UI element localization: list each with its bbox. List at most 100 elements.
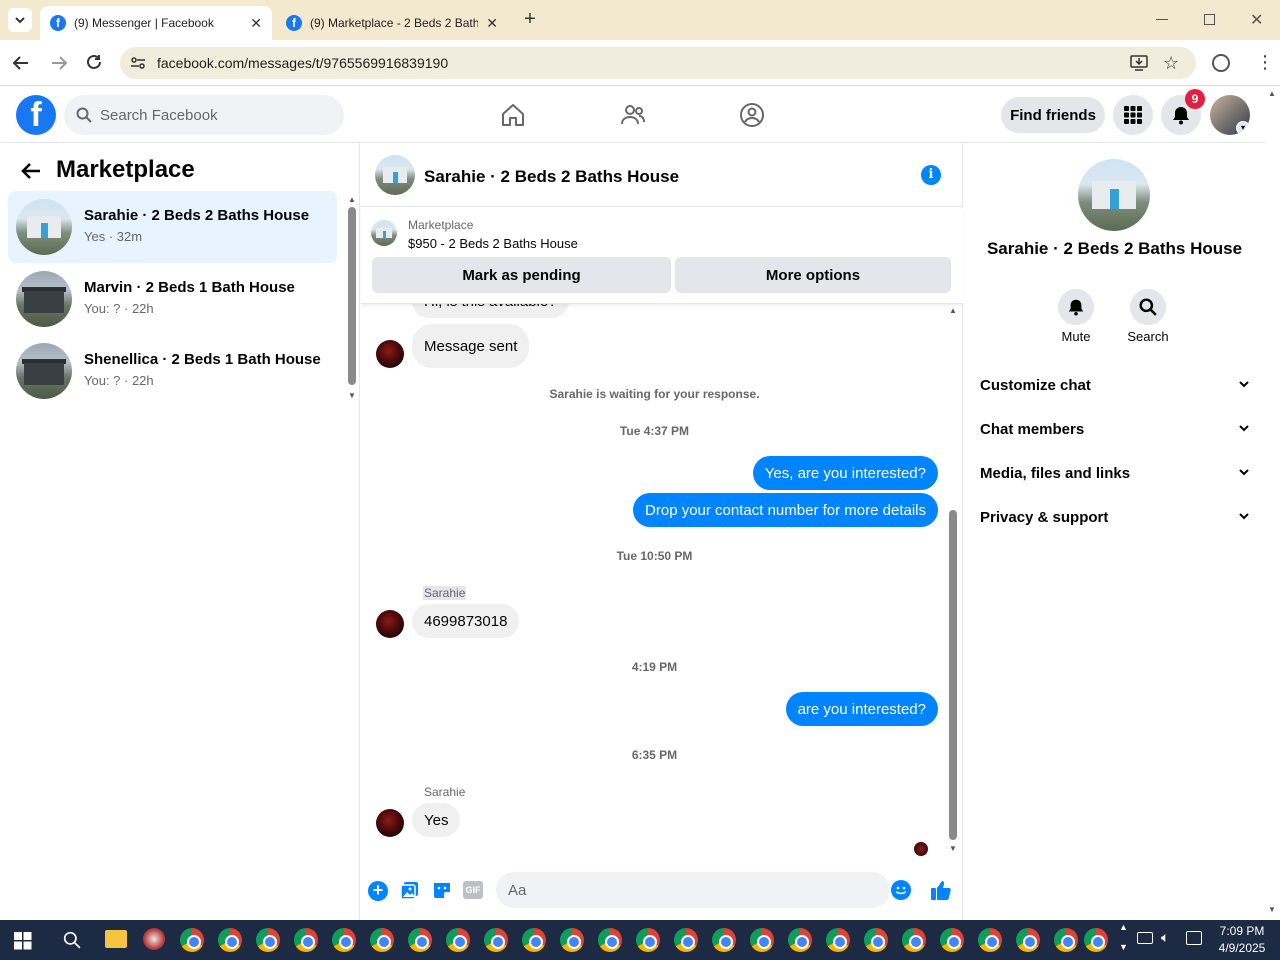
search-in-conversation-button[interactable] xyxy=(1130,289,1166,325)
details-thumbnail[interactable] xyxy=(1078,159,1150,231)
section-privacy-support[interactable]: Privacy & support xyxy=(972,495,1257,539)
chrome-icon[interactable] xyxy=(902,928,926,952)
chrome-icon[interactable] xyxy=(788,928,812,952)
attach-photo-icon[interactable] xyxy=(400,880,420,900)
notifications-button[interactable]: 9 xyxy=(1161,89,1205,135)
chrome-icon[interactable] xyxy=(370,928,394,952)
new-tab-button[interactable]: + xyxy=(520,9,540,30)
conversation-item[interactable]: Sarahie · 2 Beds 2 Baths House Yes · 32m xyxy=(8,191,337,263)
tab-messenger[interactable]: f (9) Messenger | Facebook ✕ xyxy=(40,6,272,40)
more-actions-plus-icon[interactable]: + xyxy=(368,881,388,901)
account-avatar[interactable]: ▾ xyxy=(1210,95,1250,135)
menu-grid-button[interactable] xyxy=(1113,95,1153,135)
chrome-icon[interactable] xyxy=(1016,928,1040,952)
profile-icon[interactable] xyxy=(1212,54,1230,72)
clock-time[interactable]: 7:09 PM xyxy=(1212,924,1272,938)
emoji-icon[interactable] xyxy=(891,880,911,900)
scroll-down-arrow-icon[interactable]: ▼ xyxy=(1268,905,1276,914)
taskbar-search-icon[interactable] xyxy=(63,931,81,949)
info-icon[interactable]: i xyxy=(921,165,941,185)
page-scrollbar[interactable]: ▲ ▼ xyxy=(1265,87,1280,920)
chrome-icon[interactable] xyxy=(598,928,622,952)
chrome-icon[interactable] xyxy=(1054,928,1078,952)
chat-scrollbar[interactable]: ▲ ▼ xyxy=(947,304,959,859)
search-input[interactable]: Search Facebook xyxy=(64,95,344,135)
chrome-icon[interactable] xyxy=(294,928,318,952)
scrollbar-thumb[interactable] xyxy=(949,510,957,840)
chrome-icon[interactable] xyxy=(978,928,1002,952)
back-arrow-icon[interactable] xyxy=(12,54,30,72)
app-icon[interactable] xyxy=(143,928,165,950)
chat-thumbnail[interactable] xyxy=(375,155,415,195)
section-media-files-links[interactable]: Media, files and links xyxy=(972,451,1257,495)
scroll-up-arrow-icon[interactable]: ▲ xyxy=(1268,89,1276,98)
close-tab-icon[interactable]: ✕ xyxy=(250,15,262,32)
chrome-icon[interactable] xyxy=(522,928,546,952)
scroll-down-arrow-icon[interactable]: ▼ xyxy=(949,844,957,853)
back-button[interactable] xyxy=(20,161,42,181)
bookmark-star-icon[interactable]: ☆ xyxy=(1163,53,1179,74)
scroll-down-arrow-icon[interactable]: ▼ xyxy=(348,391,356,400)
chrome-icon[interactable] xyxy=(674,928,698,952)
list-scrollbar[interactable]: ▲ ▼ xyxy=(347,195,357,403)
volume-icon[interactable]: 🔈︎ xyxy=(1161,929,1169,946)
file-explorer-icon[interactable] xyxy=(105,930,127,948)
more-options-button[interactable]: More options xyxy=(675,257,951,293)
browser-menu-icon[interactable]: ⋮ xyxy=(1256,52,1274,72)
chrome-icon[interactable] xyxy=(712,928,736,952)
scroll-up-arrow-icon[interactable]: ▲ xyxy=(949,306,957,315)
mark-as-pending-button[interactable]: Mark as pending xyxy=(372,257,671,293)
sender-avatar[interactable] xyxy=(376,809,404,837)
listing-summary[interactable]: $950 - 2 Beds 2 Baths House xyxy=(408,236,578,251)
network-icon[interactable] xyxy=(1137,932,1153,944)
groups-nav-icon[interactable] xyxy=(739,102,765,128)
install-app-icon[interactable] xyxy=(1130,55,1148,71)
like-thumb-icon[interactable] xyxy=(930,879,952,901)
minimize-window-icon[interactable] xyxy=(1156,19,1168,20)
chrome-icon[interactable] xyxy=(180,928,204,952)
site-info-icon[interactable] xyxy=(130,55,146,71)
chrome-icon[interactable] xyxy=(484,928,508,952)
address-bar-input[interactable]: facebook.com/messages/t/9765569916839190… xyxy=(120,47,1196,79)
chrome-icon[interactable] xyxy=(864,928,888,952)
gif-icon[interactable]: GIF xyxy=(463,881,483,899)
chrome-icon[interactable] xyxy=(332,928,356,952)
scrollbar-thumb[interactable] xyxy=(348,207,356,385)
facebook-logo-icon[interactable]: f xyxy=(16,95,56,135)
tab-search-button[interactable] xyxy=(8,8,32,32)
tray-overflow-chevron-icon[interactable]: ▲ ▼ xyxy=(1119,922,1128,952)
message-input[interactable]: Aa xyxy=(496,872,911,908)
friends-nav-icon[interactable] xyxy=(620,102,646,128)
clock-date[interactable]: 4/9/2025 xyxy=(1212,941,1272,955)
chrome-icon[interactable] xyxy=(408,928,432,952)
find-friends-button[interactable]: Find friends xyxy=(1001,97,1105,133)
chat-title[interactable]: Sarahie · 2 Beds 2 Baths House xyxy=(424,167,679,187)
action-center-icon[interactable] xyxy=(1186,931,1202,945)
conversation-item[interactable]: Marvin · 2 Beds 1 Bath House You: ? · 22… xyxy=(8,263,337,335)
chrome-icon[interactable] xyxy=(940,928,964,952)
close-tab-icon[interactable]: ✕ xyxy=(486,15,498,32)
section-chat-members[interactable]: Chat members xyxy=(972,407,1257,451)
forward-arrow-icon[interactable] xyxy=(50,54,68,72)
chrome-icon[interactable] xyxy=(256,928,280,952)
sticker-icon[interactable] xyxy=(432,880,452,900)
chrome-icon[interactable] xyxy=(750,928,774,952)
restore-window-icon[interactable] xyxy=(1204,14,1215,25)
reload-icon[interactable] xyxy=(85,53,103,71)
tab-marketplace[interactable]: f (9) Marketplace - 2 Beds 2 Bath ✕ xyxy=(276,6,508,40)
chrome-icon[interactable] xyxy=(636,928,660,952)
close-window-icon[interactable]: ✕ xyxy=(1250,10,1263,30)
chrome-icon[interactable] xyxy=(560,928,584,952)
conversation-item[interactable]: Shenellica · 2 Beds 1 Bath House You: ? … xyxy=(8,335,337,407)
chrome-icon[interactable] xyxy=(218,928,242,952)
home-nav-icon[interactable] xyxy=(500,102,526,128)
mute-button[interactable] xyxy=(1058,289,1094,325)
scroll-up-arrow-icon[interactable]: ▲ xyxy=(348,195,356,204)
sender-avatar[interactable] xyxy=(376,340,404,368)
chrome-icon[interactable] xyxy=(446,928,470,952)
chrome-icon[interactable] xyxy=(1084,928,1108,952)
start-windows-icon[interactable] xyxy=(14,932,32,950)
chrome-icon[interactable] xyxy=(826,928,850,952)
sender-avatar[interactable] xyxy=(376,610,404,638)
section-customize-chat[interactable]: Customize chat xyxy=(972,363,1257,407)
